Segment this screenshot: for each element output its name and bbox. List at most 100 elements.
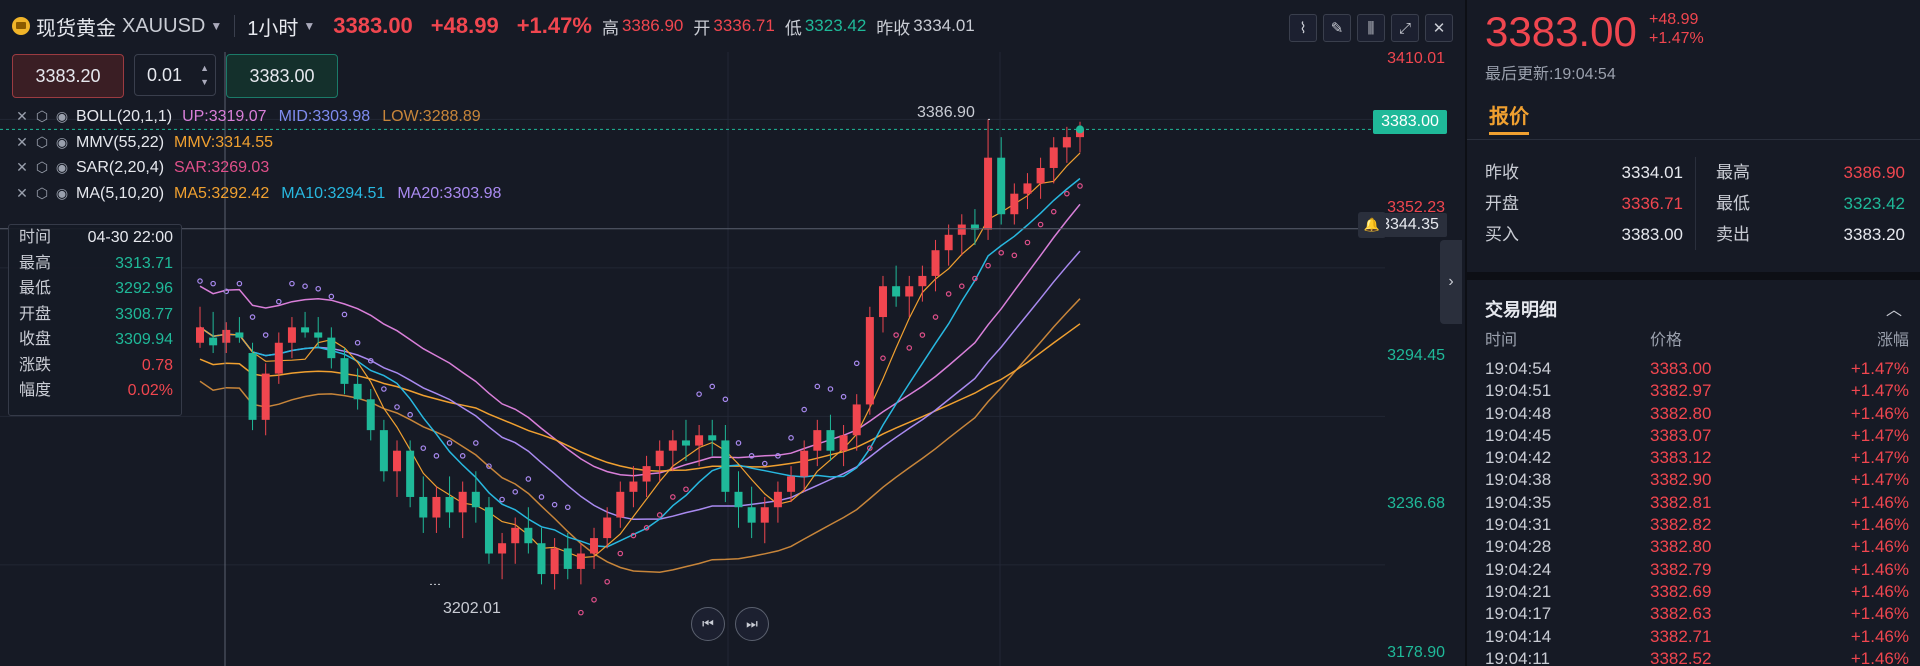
trade-price: 3383.07: [1650, 425, 1712, 445]
trade-row[interactable]: 19:04:31 3382.82 +1.46%: [1485, 514, 1909, 536]
fullscreen-icon[interactable]: ⤢: [1391, 14, 1419, 42]
skip-forward-icon[interactable]: ⏭: [735, 607, 769, 641]
symbol-name[interactable]: 现货黄金: [36, 12, 116, 41]
settings-icon[interactable]: ⬡: [32, 104, 52, 130]
trade-row[interactable]: 19:04:54 3383.00 +1.47%: [1485, 358, 1909, 380]
tooltip-label: 最高: [19, 254, 52, 272]
visibility-eye-icon[interactable]: ◉: [52, 155, 72, 181]
candle-body: [248, 353, 257, 420]
sar-dot: [696, 391, 702, 397]
last-updated: 最后更新:19:04:54: [1485, 66, 1616, 83]
indicator-value: UP:3319.07: [182, 108, 267, 125]
sar-dot: [985, 262, 991, 269]
candle-body: [681, 440, 690, 446]
axis-tick-label: 3178.90: [1387, 644, 1445, 661]
trade-row[interactable]: 19:04:11 3382.52 +1.46%: [1485, 648, 1909, 666]
trade-row[interactable]: 19:04:38 3382.90 +1.47%: [1485, 469, 1909, 491]
quantity-stepper[interactable]: 0.01 ▲ ▼: [134, 54, 216, 96]
candle-body: [918, 275, 927, 287]
trade-change: +1.46%: [1850, 648, 1909, 666]
visibility-eye-icon[interactable]: ◉: [52, 130, 72, 156]
chevron-down-icon[interactable]: ▼: [303, 19, 315, 33]
candle-body: [196, 327, 204, 343]
trade-row[interactable]: 19:04:42 3383.12 +1.47%: [1485, 447, 1909, 469]
remove-indicator-icon[interactable]: ✕: [12, 181, 32, 207]
trade-row[interactable]: 19:04:48 3382.80 +1.46%: [1485, 403, 1909, 425]
sar-dot: [604, 578, 610, 585]
sar-dot: [827, 386, 834, 392]
sar-dot: [1011, 252, 1018, 259]
sar-dot: [473, 440, 479, 446]
close-icon[interactable]: ✕: [1425, 14, 1453, 42]
symbol-code[interactable]: XAUUSD: [122, 15, 205, 38]
quote-cell: 开盘 3336.71: [1485, 188, 1695, 219]
quote-value: 3323.42: [1843, 194, 1905, 213]
visibility-eye-icon[interactable]: ◉: [52, 181, 72, 207]
tooltip-row: 时间 04-30 22:00: [9, 225, 181, 251]
tooltip-label: 收盘: [19, 331, 52, 348]
candle-body: [366, 399, 375, 431]
trade-row[interactable]: 19:04:17 3382.63 +1.46%: [1485, 603, 1909, 625]
trade-change: +1.47%: [1850, 425, 1909, 445]
price-change-pct: +1.47%: [516, 13, 592, 38]
tooltip-value: 04-30 22:00: [87, 229, 173, 246]
stepper-arrows-icon[interactable]: ▲ ▼: [200, 61, 209, 89]
quote-label: 昨收: [1485, 163, 1519, 182]
interval-select[interactable]: 1小时: [247, 12, 298, 41]
trade-time: 19:04:54: [1485, 359, 1552, 378]
remove-indicator-icon[interactable]: ✕: [12, 155, 32, 181]
sar-dot: [354, 339, 361, 346]
sar-dot: [1064, 190, 1070, 197]
candle-body: [984, 157, 993, 230]
draw-pencil-icon[interactable]: ✎: [1323, 14, 1351, 42]
tooltip-label: 最低: [19, 280, 52, 297]
candle-body: [878, 286, 887, 318]
trade-row[interactable]: 19:04:45 3383.07 +1.47%: [1485, 425, 1909, 447]
visibility-eye-icon[interactable]: ◉: [52, 104, 72, 130]
sar-dot: [788, 435, 794, 441]
buy-button[interactable]: 3383.00: [226, 54, 338, 98]
trade-change: +1.47%: [1850, 381, 1909, 401]
toolbar-actions: ⌇ ✎ ⫼ ⤢ ✕: [1289, 14, 1453, 42]
trade-row[interactable]: 19:04:35 3382.81 +1.46%: [1485, 492, 1909, 514]
sar-dot: [578, 609, 584, 616]
bell-icon[interactable]: 🔔: [1358, 212, 1386, 238]
indicator-icon[interactable]: ⌇: [1289, 14, 1317, 42]
trade-time: 19:04:42: [1485, 448, 1552, 468]
tooltip-row: 开盘 3308.77: [9, 302, 181, 328]
trade-row[interactable]: 19:04:51 3382.97 +1.47%: [1485, 380, 1909, 402]
tab-quote[interactable]: 报价: [1489, 100, 1529, 129]
chart-panel[interactable]: 现货黄金 XAUUSD ▼ 1小时 ▼ 3383.00 +48.99 +1.47…: [0, 0, 1463, 666]
chart-type-icon[interactable]: ⫼: [1357, 14, 1385, 42]
trade-row[interactable]: 19:04:21 3382.69 +1.46%: [1485, 581, 1909, 603]
indicator-legend: ✕ ⬡ ◉ BOLL(20,1,1) UP:3319.07 MID:3303.98 LOW:…: [12, 104, 513, 206]
quantity-value[interactable]: 0.01: [147, 65, 182, 86]
trades-title[interactable]: 交易明细: [1485, 296, 1557, 322]
trade-row[interactable]: 19:04:28 3382.80 +1.46%: [1485, 536, 1909, 558]
trade-change: +1.46%: [1850, 604, 1909, 624]
sar-dot: [814, 383, 821, 390]
remove-indicator-icon[interactable]: ✕: [12, 130, 32, 156]
sar-dot: [433, 453, 440, 459]
skip-back-icon[interactable]: ⏮: [691, 607, 725, 641]
chevron-right-icon[interactable]: ›: [1440, 240, 1462, 324]
candle-body: [997, 157, 1006, 215]
tooltip-label: 幅度: [19, 382, 52, 399]
settings-icon[interactable]: ⬡: [32, 130, 52, 156]
candle-body: [852, 404, 861, 436]
settings-icon[interactable]: ⬡: [32, 155, 52, 181]
trade-price: 3382.81: [1650, 492, 1712, 512]
indicator-row: ✕ ⬡ ◉ BOLL(20,1,1) UP:3319.07 MID:3303.98 LOW:…: [12, 104, 513, 130]
chevron-down-icon[interactable]: ▼: [210, 19, 222, 33]
quote-row: 开盘 3336.71 最低 3323.42: [1485, 188, 1905, 219]
remove-indicator-icon[interactable]: ✕: [12, 104, 32, 130]
quote-label: 最低: [1716, 194, 1750, 213]
chevron-up-icon[interactable]: ︿: [1886, 296, 1902, 320]
trade-row[interactable]: 19:04:24 3382.79 +1.46%: [1485, 559, 1909, 581]
sell-button[interactable]: 3383.20: [12, 54, 124, 98]
candle-body: [1023, 183, 1032, 194]
price-chart[interactable]: [0, 0, 1463, 666]
sar-dot: [394, 404, 400, 410]
trade-row[interactable]: 19:04:14 3382.71 +1.46%: [1485, 626, 1909, 648]
settings-icon[interactable]: ⬡: [32, 181, 52, 207]
